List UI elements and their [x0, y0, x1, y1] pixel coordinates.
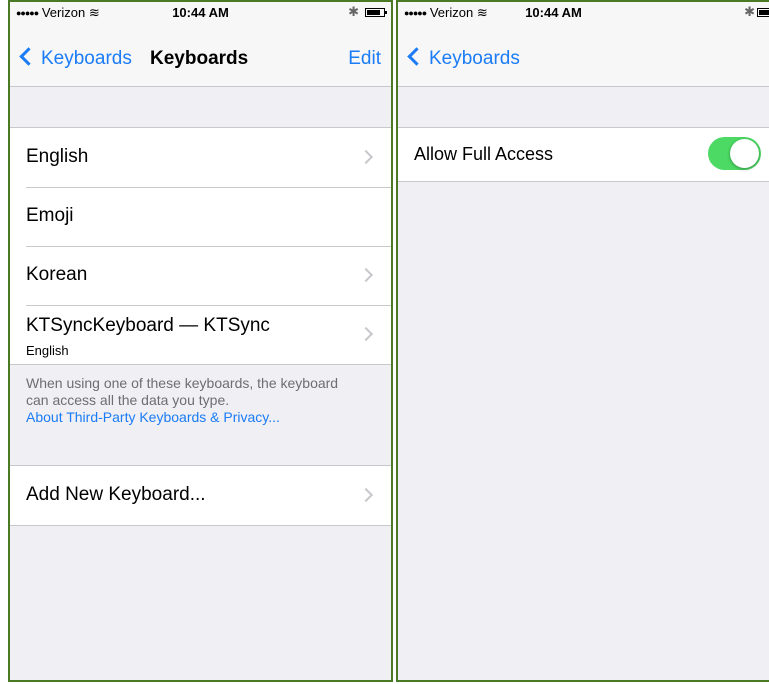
bluetooth-icon: ✱	[348, 4, 359, 19]
page-title: Keyboards	[150, 48, 249, 69]
add-keyboard-label: Add New Keyboard...	[26, 484, 206, 505]
keyboard-label: Korean	[26, 264, 88, 285]
edit-button[interactable]: Edit	[348, 48, 381, 70]
chevron-left-icon	[19, 47, 38, 66]
privacy-link[interactable]: About Third-Party Keyboards & Privacy...	[26, 409, 280, 425]
keyboard-label: English	[26, 146, 89, 167]
chevron-right-icon	[358, 267, 374, 283]
allow-full-access-row: Allow Full Access	[398, 128, 769, 181]
battery-icon	[757, 8, 769, 17]
keyboard-row-korean[interactable]: Korean	[10, 246, 391, 305]
back-button[interactable]: Keyboards	[18, 47, 132, 70]
keyboards-group: English Emoji Korean KTSyncKeyboard — KT…	[10, 127, 391, 365]
keyboard-settings-screen: ●●●●● Verizon ≋ 10:44 AM ✱ Keyboards All…	[396, 0, 769, 682]
back-button[interactable]: Keyboards	[406, 47, 520, 70]
full-access-group: Allow Full Access	[398, 127, 769, 182]
keyboard-row-emoji[interactable]: Emoji	[10, 187, 391, 246]
navigation-bar: Keyboards Keyboards Edit	[10, 24, 391, 87]
status-time: 10:44 AM	[172, 5, 229, 20]
back-label: Keyboards	[41, 48, 132, 69]
privacy-footnote: When using one of these keyboards, the k…	[26, 375, 356, 426]
chevron-right-icon	[358, 487, 374, 503]
add-new-keyboard-row[interactable]: Add New Keyboard...	[10, 466, 391, 525]
keyboard-row-ktsync[interactable]: KTSyncKeyboard — KTSync English	[10, 305, 391, 364]
keyboards-list-screen: ●●●●● Verizon ≋ 10:44 AM ✱ Keyboards Key…	[8, 0, 393, 682]
keyboard-label: Emoji	[26, 205, 74, 226]
keyboard-row-english[interactable]: English	[10, 128, 391, 187]
battery-icon	[365, 8, 387, 17]
allow-full-access-toggle[interactable]	[708, 137, 761, 170]
allow-full-access-label: Allow Full Access	[414, 144, 554, 164]
status-bar: ●●●●● Verizon ≋ 10:44 AM ✱	[10, 2, 391, 24]
status-bar: ●●●●● Verizon ≋ 10:44 AM ✱	[398, 2, 769, 24]
footnote-text: When using one of these keyboards, the k…	[26, 375, 339, 408]
bluetooth-icon: ✱	[744, 4, 755, 19]
chevron-left-icon	[407, 47, 426, 66]
toggle-knob	[730, 139, 759, 168]
keyboard-sublabel: English	[26, 343, 69, 358]
add-keyboard-group: Add New Keyboard...	[10, 465, 391, 526]
back-label: Keyboards	[429, 48, 520, 69]
keyboard-label: KTSyncKeyboard — KTSync	[26, 315, 270, 336]
status-time: 10:44 AM	[525, 5, 582, 20]
chevron-right-icon	[358, 149, 374, 165]
navigation-bar: Keyboards	[398, 24, 769, 87]
chevron-right-icon	[358, 326, 374, 342]
